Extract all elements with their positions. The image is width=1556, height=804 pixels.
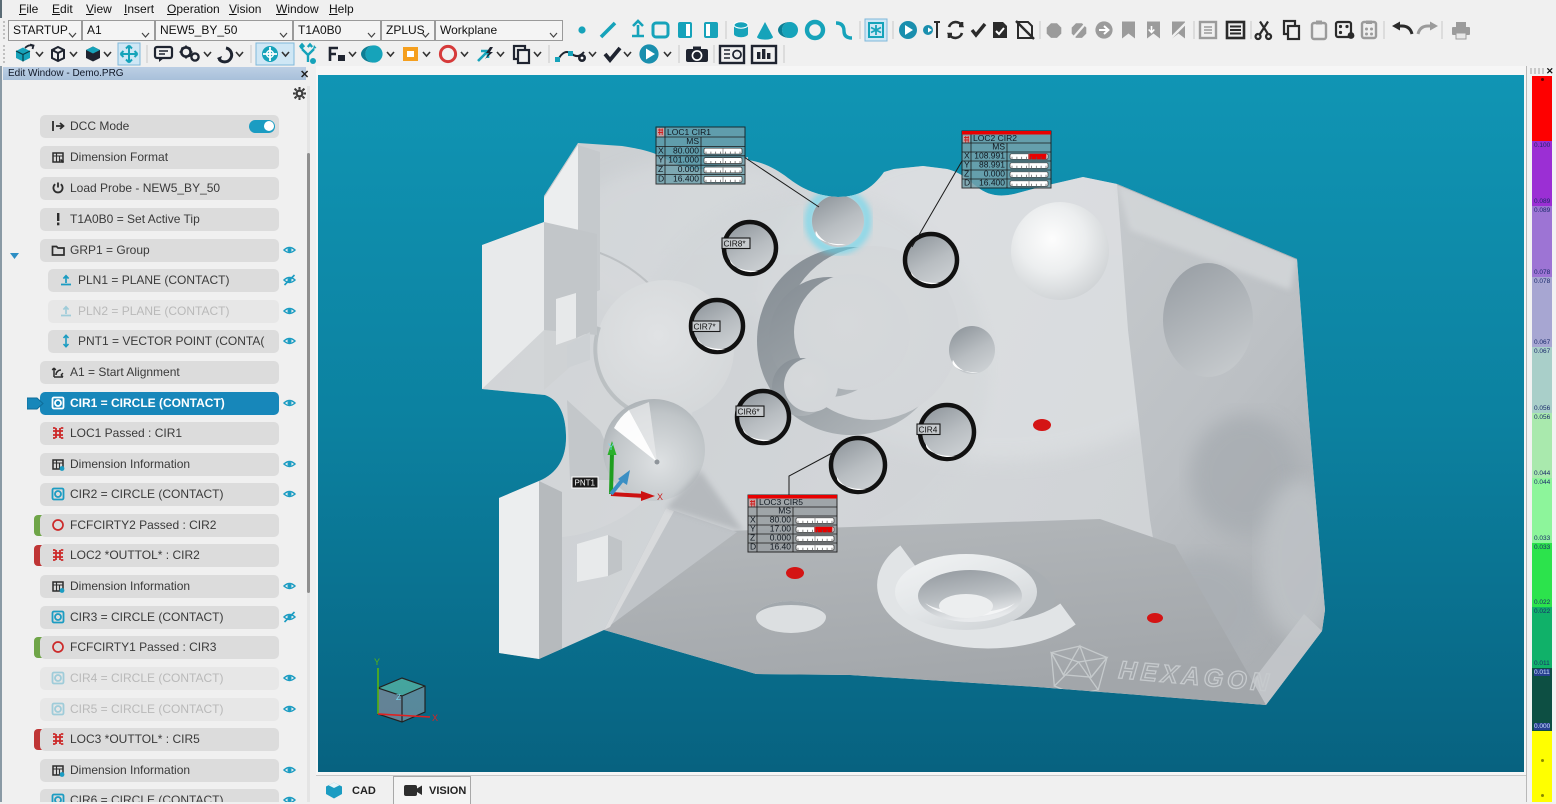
svg-text:CIR7*: CIR7* [694, 321, 717, 331]
svg-text:16.40: 16.40 [770, 542, 792, 552]
svg-text:D: D [658, 174, 664, 184]
svg-text:CIR6*: CIR6* [738, 406, 761, 416]
svg-text:Y: Y [374, 657, 380, 667]
svg-text:D: D [750, 542, 756, 552]
svg-text:Y: Y [608, 442, 614, 452]
svg-text:16.400: 16.400 [979, 178, 1005, 188]
svg-text:16.400: 16.400 [673, 174, 699, 184]
svg-text:D: D [964, 178, 970, 188]
svg-text:CIR8*: CIR8* [724, 238, 747, 248]
svg-text:X: X [657, 492, 663, 502]
svg-text:CIR4: CIR4 [919, 424, 938, 434]
svg-text:PNT1: PNT1 [575, 479, 596, 488]
svg-text:Z: Z [396, 693, 401, 702]
svg-text:X: X [432, 713, 438, 723]
